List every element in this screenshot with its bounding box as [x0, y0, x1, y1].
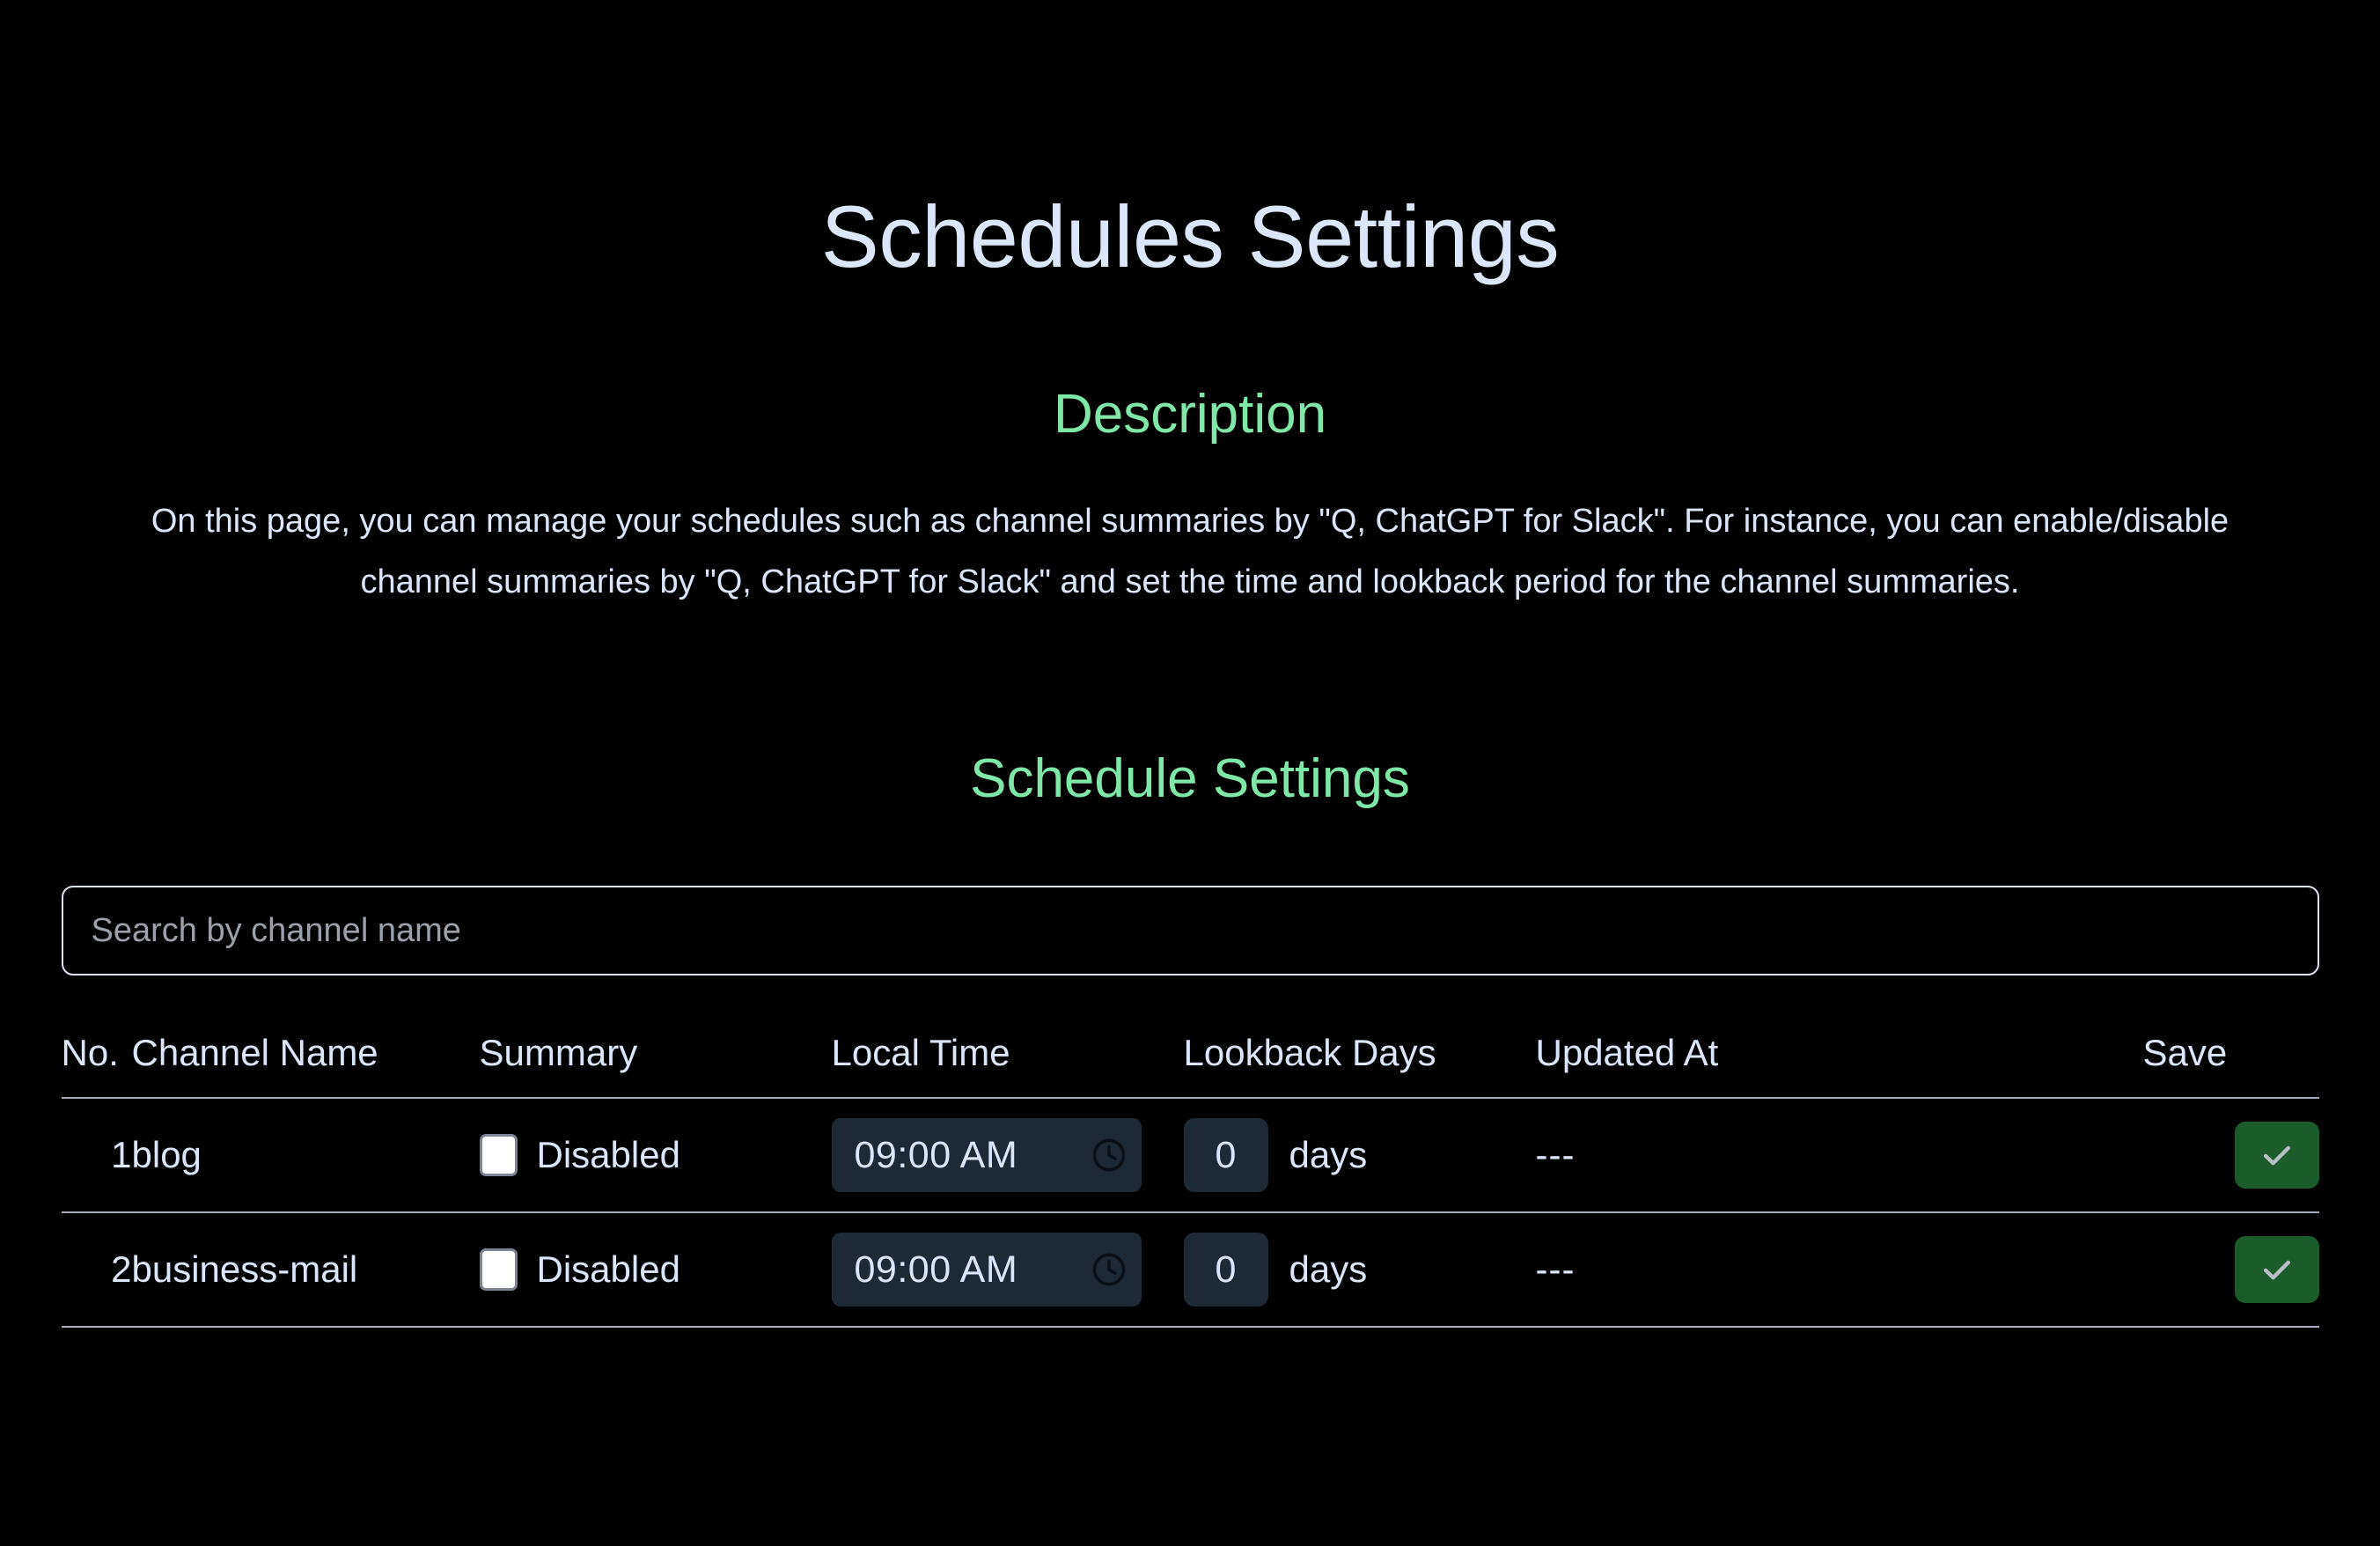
row-channel-name: business-mail: [131, 1212, 480, 1329]
column-header-updated-at: Updated At: [1535, 1032, 2143, 1100]
schedule-settings-heading: Schedule Settings: [970, 748, 1410, 810]
schedule-table-container: No. Channel Name Summary Local Time Look…: [61, 975, 2319, 1329]
column-header-no: No.: [61, 1032, 132, 1100]
schedule-table: No. Channel Name Summary Local Time Look…: [61, 1032, 2319, 1329]
row-updated-at-cell: ---: [1535, 1212, 2143, 1329]
lookback-days-unit: days: [1289, 1134, 1368, 1176]
summary-checkbox[interactable]: [479, 1134, 518, 1177]
row-local-time-cell: 09:00 AM: [831, 1212, 1184, 1329]
table-header-row: No. Channel Name Summary Local Time Look…: [61, 1032, 2319, 1100]
row-number: 2: [61, 1212, 132, 1329]
table-row: 2 business-mail Disabled 09:00 AM 0 days…: [61, 1212, 2319, 1329]
lookback-days-input[interactable]: [1183, 1118, 1268, 1193]
summary-status-label: Disabled: [536, 1248, 680, 1291]
summary-checkbox[interactable]: [479, 1248, 518, 1292]
row-save-cell: [2142, 1212, 2319, 1329]
row-channel-name: blog: [131, 1098, 480, 1214]
local-time-input[interactable]: 09:00 AM: [831, 1233, 1142, 1307]
local-time-input[interactable]: 09:00 AM: [831, 1118, 1142, 1193]
summary-status-label: Disabled: [536, 1134, 680, 1176]
row-updated-at-cell: ---: [1535, 1098, 2143, 1214]
row-number: 1: [61, 1098, 132, 1214]
local-time-value: 09:00 AM: [854, 1133, 1018, 1176]
clock-icon[interactable]: [1091, 1137, 1128, 1174]
search-input[interactable]: [61, 886, 2319, 976]
updated-at-value: ---: [1535, 1134, 1576, 1176]
row-lookback-cell: days: [1183, 1212, 1536, 1329]
column-header-summary: Summary: [479, 1032, 832, 1100]
check-icon: [2263, 1260, 2290, 1280]
row-local-time-cell: 09:00 AM: [831, 1098, 1184, 1214]
column-header-save: Save: [2142, 1032, 2319, 1100]
lookback-days-input[interactable]: [1183, 1233, 1268, 1307]
row-lookback-cell: days: [1183, 1098, 1536, 1214]
row-summary-cell: Disabled: [479, 1098, 832, 1214]
column-header-channel-name: Channel Name: [131, 1032, 480, 1100]
table-row: 1 blog Disabled 09:00 AM day: [61, 1098, 2319, 1214]
description-heading: Description: [1053, 383, 1327, 445]
row-save-cell: [2142, 1098, 2319, 1214]
save-button[interactable]: [2234, 1236, 2319, 1304]
search-container: [61, 809, 2319, 976]
description-body: On this page, you can manage your schedu…: [151, 503, 2229, 601]
schedules-settings-page: Schedules Settings Description On this p…: [0, 0, 2380, 1546]
local-time-value: 09:00 AM: [854, 1248, 1018, 1291]
column-header-local-time: Local Time: [831, 1032, 1184, 1100]
column-header-lookback-days: Lookback Days: [1183, 1032, 1536, 1100]
page-title: Schedules Settings: [820, 188, 1560, 285]
clock-icon[interactable]: [1091, 1251, 1128, 1288]
row-summary-cell: Disabled: [479, 1212, 832, 1329]
save-button[interactable]: [2234, 1122, 2319, 1189]
lookback-days-unit: days: [1289, 1248, 1368, 1291]
updated-at-value: ---: [1535, 1248, 1576, 1291]
check-icon: [2263, 1145, 2290, 1166]
